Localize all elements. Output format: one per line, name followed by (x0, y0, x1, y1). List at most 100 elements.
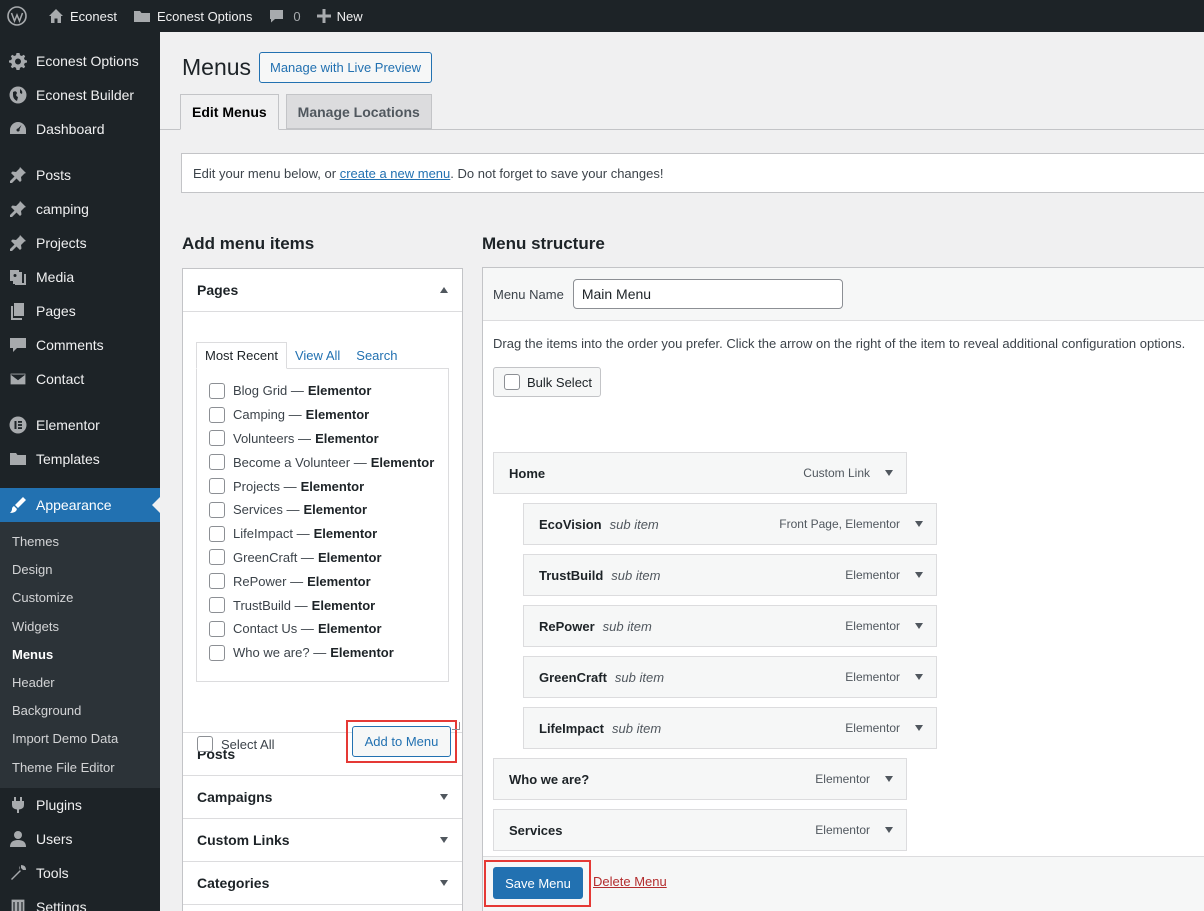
bulk-select-button[interactable]: Bulk Select (493, 367, 601, 397)
menu-item[interactable]: LifeImpact sub item Elementor (523, 707, 937, 749)
sidebar-item-camping[interactable]: camping (0, 192, 160, 226)
resize-handle[interactable] (452, 722, 460, 730)
page-checkbox-item[interactable]: RePower — Elementor (209, 569, 448, 593)
tab-edit-menus[interactable]: Edit Menus (180, 94, 279, 130)
custom-links-section-header[interactable]: Custom Links (183, 819, 462, 862)
page-checkbox-item[interactable]: GreenCraft — Elementor (209, 546, 448, 570)
tab-search[interactable]: Search (348, 342, 405, 369)
tab-most-recent[interactable]: Most Recent (196, 342, 287, 369)
select-all-checkbox[interactable]: Select All (197, 736, 274, 752)
page-checkbox-item[interactable]: Who we are? — Elementor (209, 641, 448, 665)
save-menu-button[interactable]: Save Menu (493, 867, 583, 899)
sidebar-item-tools[interactable]: Tools (0, 856, 160, 890)
econest-options-link[interactable]: Econest Options (125, 0, 260, 32)
dashboard-icon (8, 119, 28, 139)
page-checkbox-item[interactable]: Services — Elementor (209, 498, 448, 522)
expand-arrow-icon[interactable] (915, 572, 923, 578)
sidebar-item-posts[interactable]: Posts (0, 158, 160, 192)
submenu-item-theme-file-editor[interactable]: Theme File Editor (0, 754, 160, 782)
checkbox[interactable] (209, 549, 225, 566)
checkbox[interactable] (209, 406, 225, 423)
checkbox[interactable] (209, 478, 225, 495)
sidebar-item-pages[interactable]: Pages (0, 294, 160, 328)
tab-view-all[interactable]: View All (287, 342, 348, 369)
page-checkbox-item[interactable]: Volunteers — Elementor (209, 427, 448, 451)
checkbox[interactable] (209, 644, 225, 661)
sidebar-item-contact[interactable]: Contact (0, 362, 160, 396)
submenu-item-themes[interactable]: Themes (0, 528, 160, 556)
sidebar-item-dashboard[interactable]: Dashboard (0, 112, 160, 146)
submenu-item-widgets[interactable]: Widgets (0, 613, 160, 641)
sidebar-item-settings[interactable]: Settings (0, 890, 160, 911)
checkbox[interactable] (209, 501, 225, 518)
checkbox[interactable] (209, 620, 225, 637)
menu-item[interactable]: GreenCraft sub item Elementor (523, 656, 937, 698)
sidebar-item-projects[interactable]: Projects (0, 226, 160, 260)
expand-arrow-icon[interactable] (915, 674, 923, 680)
sub-item-label: sub item (614, 669, 665, 685)
expand-arrow-icon[interactable] (885, 776, 893, 782)
checkbox[interactable] (209, 597, 225, 614)
sidebar-item-media[interactable]: Media (0, 260, 160, 294)
expand-arrow-icon[interactable] (885, 470, 893, 476)
page-checkbox-item[interactable]: Camping — Elementor (209, 403, 448, 427)
expand-arrow-icon[interactable] (915, 725, 923, 731)
menu-item[interactable]: Home Custom Link (493, 452, 907, 494)
page-checkbox-item[interactable]: Become a Volunteer — Elementor (209, 450, 448, 474)
dash-separator: — (294, 430, 312, 446)
sidebar-item-econest-builder[interactable]: Econest Builder (0, 78, 160, 112)
submenu-item-header[interactable]: Header (0, 669, 160, 697)
sidebar-item-elementor[interactable]: Elementor (0, 408, 160, 442)
page-checkbox-item[interactable]: Projects — Elementor (209, 474, 448, 498)
submenu-item-import-demo-data[interactable]: Import Demo Data (0, 725, 160, 753)
menu-item[interactable]: EcoVision sub item Front Page, Elementor (523, 503, 937, 545)
checkbox[interactable] (209, 382, 225, 399)
menu-item[interactable]: Who we are? Elementor (493, 758, 907, 800)
checkbox[interactable] (209, 573, 225, 590)
add-to-menu-highlight: Add to Menu (346, 720, 457, 763)
page-checkbox-item[interactable]: Contact Us — Elementor (209, 617, 448, 641)
menu-item[interactable]: RePower sub item Elementor (523, 605, 937, 647)
wordpress-logo-icon[interactable] (0, 0, 40, 32)
tab-manage-locations[interactable]: Manage Locations (285, 94, 432, 129)
page-checkbox-item[interactable]: TrustBuild — Elementor (209, 593, 448, 617)
page-builder: Elementor (303, 502, 368, 518)
delete-menu-link[interactable]: Delete Menu (593, 874, 667, 889)
page-title: Menus (182, 54, 252, 80)
pages-section-header[interactable]: Pages (183, 269, 462, 312)
sidebar-item-templates[interactable]: Templates (0, 442, 160, 476)
page-checkbox-item[interactable]: Blog Grid — Elementor (209, 379, 448, 403)
expand-arrow-icon[interactable] (915, 623, 923, 629)
site-name-link[interactable]: Econest (40, 0, 125, 32)
expand-arrow-icon[interactable] (885, 827, 893, 833)
categories-section-header[interactable]: Categories (183, 862, 462, 905)
checkbox[interactable] (197, 736, 213, 752)
menu-item[interactable]: TrustBuild sub item Elementor (523, 554, 937, 596)
new-content-link[interactable]: New (309, 0, 371, 32)
menu-notice: Edit your menu below, or create a new me… (181, 153, 1204, 193)
checkbox[interactable] (504, 374, 520, 390)
page-checkbox-item[interactable]: LifeImpact — Elementor (209, 522, 448, 546)
add-to-menu-button[interactable]: Add to Menu (352, 726, 451, 757)
sidebar-item-plugins[interactable]: Plugins (0, 788, 160, 822)
submenu-item-menus[interactable]: Menus (0, 641, 160, 669)
menu-name-input[interactable] (572, 279, 843, 309)
submenu-item-customize[interactable]: Customize (0, 584, 160, 612)
submenu-item-design[interactable]: Design (0, 556, 160, 584)
page-title: Services (233, 502, 283, 518)
campaigns-section-header[interactable]: Campaigns (183, 776, 462, 819)
menu-item[interactable]: Services Elementor (493, 809, 907, 851)
sidebar-item-econest-options[interactable]: Econest Options (0, 44, 160, 78)
manage-live-preview-button[interactable]: Manage with Live Preview (259, 52, 433, 83)
submenu-item-background[interactable]: Background (0, 697, 160, 725)
expand-arrow-icon[interactable] (915, 521, 923, 527)
checkbox[interactable] (209, 454, 225, 471)
checkbox[interactable] (209, 430, 225, 447)
pin-icon (8, 233, 28, 253)
sidebar-item-users[interactable]: Users (0, 822, 160, 856)
sidebar-item-appearance[interactable]: Appearance (0, 488, 160, 522)
create-new-menu-link[interactable]: create a new menu (340, 166, 451, 181)
comments-link[interactable]: 0 (260, 0, 308, 32)
checkbox[interactable] (209, 525, 225, 542)
sidebar-item-comments[interactable]: Comments (0, 328, 160, 362)
